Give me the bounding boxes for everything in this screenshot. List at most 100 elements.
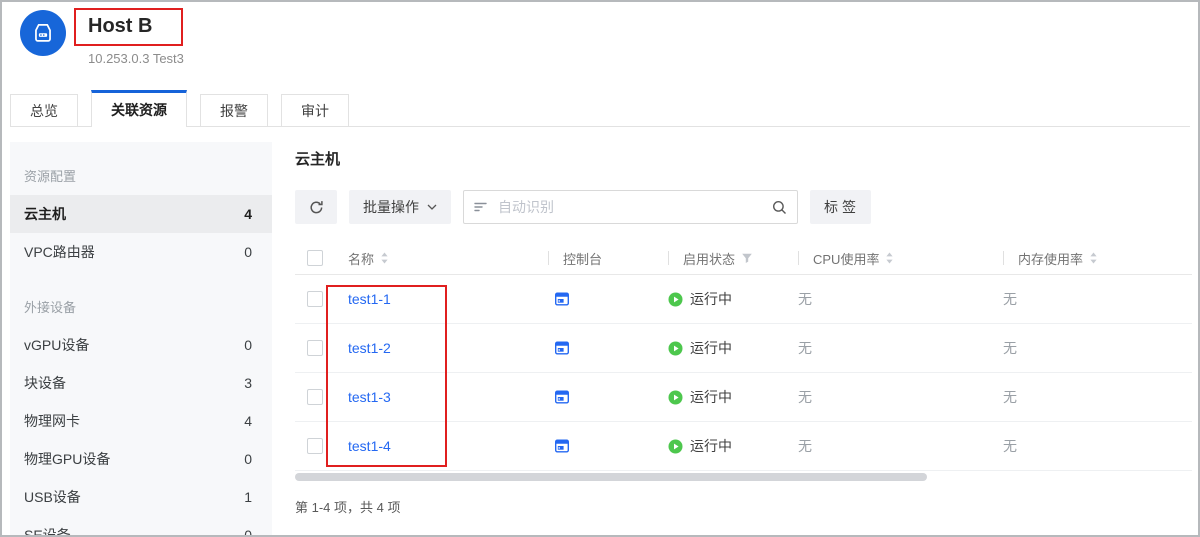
column-label: 名称	[348, 249, 374, 268]
tab-alarms[interactable]: 报警	[200, 94, 268, 126]
cpu-usage-value: 无	[789, 289, 994, 309]
table-row: test1-4 运行中 无 无	[295, 422, 1192, 471]
tab-overview[interactable]: 总览	[10, 94, 78, 126]
sidebar-item-count: 4	[244, 413, 252, 429]
vm-name-link[interactable]: test1-2	[348, 340, 391, 356]
toolbar: 批量操作	[295, 190, 1192, 224]
refresh-button[interactable]	[295, 190, 337, 224]
tab-bar: 总览 关联资源 报警 审计	[10, 90, 349, 126]
tag-button[interactable]: 标签	[810, 190, 871, 224]
memory-usage-value: 无	[994, 289, 1192, 309]
table-row: test1-2 运行中 无 无	[295, 324, 1192, 373]
sidebar-item-vpc-router[interactable]: VPC路由器 0	[10, 233, 272, 271]
running-status-icon	[668, 341, 683, 356]
horizontal-scrollbar	[295, 473, 1192, 481]
chevron-down-icon	[427, 204, 437, 210]
column-header-memory[interactable]: 内存使用率	[994, 249, 1192, 268]
sidebar-item-label: vGPU设备	[24, 335, 89, 355]
column-header-name[interactable]: 名称	[339, 249, 539, 268]
sidebar-item-vgpu[interactable]: vGPU设备 0	[10, 326, 272, 364]
sidebar-item-vm[interactable]: 云主机 4	[10, 195, 272, 233]
cpu-usage-value: 无	[789, 387, 994, 407]
status-text: 运行中	[690, 289, 732, 309]
batch-operations-button[interactable]: 批量操作	[349, 190, 451, 224]
sidebar-item-label: 物理网卡	[24, 411, 80, 431]
status-text: 运行中	[690, 436, 732, 456]
table-row: test1-3 运行中 无 无	[295, 373, 1192, 422]
scrollbar-thumb[interactable]	[295, 473, 927, 481]
tab-label: 总览	[30, 101, 58, 121]
running-status-icon	[668, 390, 683, 405]
pagination-summary: 第 1-4 项，共 4 项	[295, 497, 1192, 516]
cpu-usage-value: 无	[789, 436, 994, 456]
filter-funnel-icon[interactable]	[741, 252, 753, 264]
column-label: 启用状态	[683, 249, 735, 268]
console-icon[interactable]	[554, 389, 570, 405]
section-title: 云主机	[295, 148, 1192, 166]
refresh-icon	[309, 200, 324, 215]
sidebar-item-usb[interactable]: USB设备 1	[10, 478, 272, 516]
sidebar-item-label: VPC路由器	[24, 242, 95, 262]
cpu-usage-value: 无	[789, 338, 994, 358]
console-icon[interactable]	[554, 438, 570, 454]
host-icon	[30, 20, 56, 46]
sidebar-item-count: 0	[244, 244, 252, 260]
sidebar-item-label: 块设备	[24, 373, 66, 393]
sidebar-item-label: USB设备	[24, 487, 81, 507]
sort-icon[interactable]	[885, 251, 894, 265]
memory-usage-value: 无	[994, 436, 1192, 456]
row-checkbox[interactable]	[307, 291, 323, 307]
host-subtitle: 10.253.0.3 Test3	[88, 51, 184, 66]
column-label: CPU使用率	[813, 249, 879, 268]
page-title: Host B	[88, 15, 152, 38]
filter-lines-icon	[474, 201, 488, 213]
tab-label: 关联资源	[111, 100, 167, 120]
sidebar-item-count: 0	[244, 451, 252, 467]
row-checkbox[interactable]	[307, 340, 323, 356]
tab-related-resources[interactable]: 关联资源	[91, 90, 187, 127]
sidebar-item-count: 0	[244, 527, 252, 537]
running-status-icon	[668, 292, 683, 307]
status-text: 运行中	[690, 338, 732, 358]
column-label: 控制台	[563, 249, 602, 268]
tabs-underline	[10, 126, 1190, 127]
sidebar-item-label: 云主机	[24, 204, 66, 224]
sidebar-item-label: SE设备	[24, 525, 71, 537]
column-label: 内存使用率	[1018, 249, 1083, 268]
memory-usage-value: 无	[994, 387, 1192, 407]
sidebar-item-physical-gpu[interactable]: 物理GPU设备 0	[10, 440, 272, 478]
select-all-checkbox[interactable]	[307, 250, 323, 266]
column-header-status[interactable]: 启用状态	[659, 249, 789, 268]
host-avatar	[20, 10, 66, 56]
sort-icon[interactable]	[380, 251, 389, 265]
magnifier-icon[interactable]	[772, 200, 787, 215]
sidebar-item-block-device[interactable]: 块设备 3	[10, 364, 272, 402]
sort-icon[interactable]	[1089, 251, 1098, 265]
row-checkbox[interactable]	[307, 389, 323, 405]
vm-name-link[interactable]: test1-3	[348, 389, 391, 405]
console-icon[interactable]	[554, 340, 570, 356]
search-input[interactable]	[496, 198, 764, 216]
column-header-console: 控制台	[539, 249, 659, 268]
row-checkbox[interactable]	[307, 438, 323, 454]
sidebar-gap	[10, 271, 272, 285]
sidebar-item-count: 4	[244, 206, 252, 222]
search-box	[463, 190, 798, 224]
batch-operations-label: 批量操作	[363, 197, 419, 217]
vm-name-link[interactable]: test1-4	[348, 438, 391, 454]
status-text: 运行中	[690, 387, 732, 407]
sidebar-section-resource-config: 资源配置	[10, 154, 272, 195]
sidebar-item-count: 3	[244, 375, 252, 391]
tag-label: 标签	[824, 197, 860, 217]
column-header-cpu[interactable]: CPU使用率	[789, 249, 994, 268]
tab-label: 审计	[301, 101, 329, 121]
memory-usage-value: 无	[994, 338, 1192, 358]
sidebar-section-external-devices: 外接设备	[10, 285, 272, 326]
sidebar-item-se[interactable]: SE设备 0	[10, 516, 272, 537]
tab-audit[interactable]: 审计	[281, 94, 349, 126]
sidebar-item-physical-nic[interactable]: 物理网卡 4	[10, 402, 272, 440]
host-detail-page: Host B 10.253.0.3 Test3 总览 关联资源 报警 审计 资源…	[0, 0, 1200, 537]
sidebar-item-count: 1	[244, 489, 252, 505]
vm-name-link[interactable]: test1-1	[348, 291, 391, 307]
console-icon[interactable]	[554, 291, 570, 307]
